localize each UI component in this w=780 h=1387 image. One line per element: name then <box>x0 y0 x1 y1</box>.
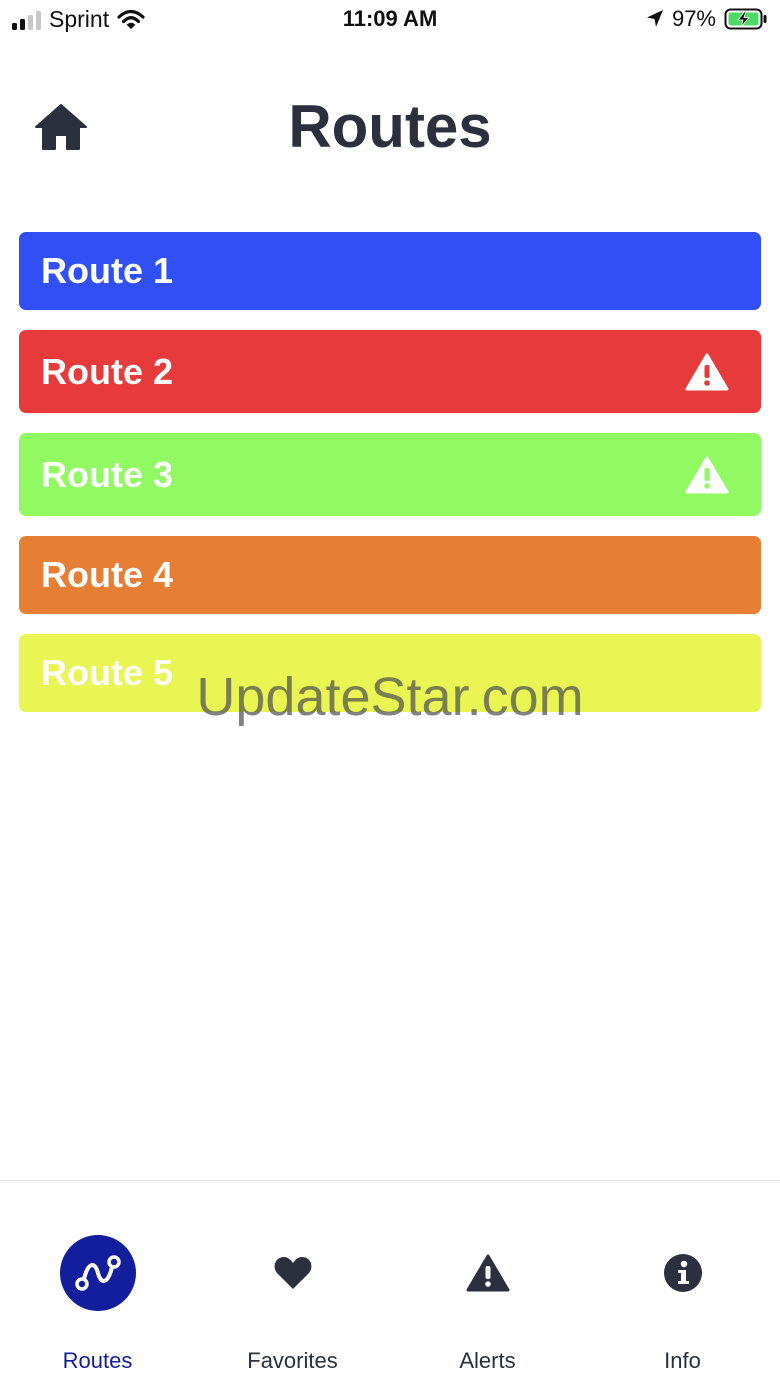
cellular-signal-icon <box>12 10 41 30</box>
route-item-5[interactable]: Route 5 <box>19 634 761 712</box>
home-icon <box>35 104 87 150</box>
route-label: Route 4 <box>41 554 174 595</box>
warning-icon <box>685 353 729 390</box>
tab-bar: Routes Favorites Alerts Info <box>0 1180 780 1387</box>
route-item-1[interactable]: Route 1 <box>19 232 761 310</box>
route-icon <box>74 1255 121 1291</box>
route-label: Route 2 <box>41 350 174 392</box>
route-item-2[interactable]: Route 2 <box>19 330 761 413</box>
tab-icon-routes <box>59 1235 136 1311</box>
carrier-name: Sprint <box>49 6 110 32</box>
page-title: Routes <box>288 93 492 160</box>
tab-favorites[interactable]: Favorites <box>195 1181 390 1387</box>
tab-icon-favorites <box>273 1255 313 1291</box>
tab-alerts[interactable]: Alerts <box>390 1181 585 1387</box>
tab-label-routes: Routes <box>62 1348 133 1373</box>
status-left: Sprint <box>12 6 145 33</box>
battery-percent: 97% <box>671 6 716 31</box>
tab-icon-alerts <box>466 1254 510 1292</box>
warning-icon <box>685 456 729 493</box>
tab-label-alerts: Alerts <box>459 1348 516 1373</box>
home-button[interactable] <box>30 98 92 156</box>
tab-label-info: Info <box>664 1348 701 1373</box>
info-icon <box>663 1254 702 1292</box>
tab-info[interactable]: Info <box>585 1181 780 1387</box>
route-label: Route 5 <box>41 652 174 693</box>
location-arrow-icon <box>646 10 663 27</box>
battery-charging-icon <box>724 8 767 30</box>
route-label: Route 3 <box>41 453 174 495</box>
route-item-3[interactable]: Route 3 <box>19 433 761 516</box>
alert-triangle-icon <box>466 1254 509 1292</box>
heart-icon <box>274 1257 311 1289</box>
tab-label-favorites: Favorites <box>247 1348 338 1373</box>
wifi-icon <box>117 9 145 29</box>
route-list: Route 1 Route 2 Route 3 Route 4 Route 5 <box>19 232 761 732</box>
route-label: Route 1 <box>41 250 174 291</box>
status-right: 97% <box>646 6 768 32</box>
status-bar: Sprint 11:09 AM 97% <box>0 0 780 40</box>
tab-routes[interactable]: Routes <box>0 1181 195 1387</box>
route-item-4[interactable]: Route 4 <box>19 536 761 614</box>
tab-icon-info <box>663 1253 703 1293</box>
